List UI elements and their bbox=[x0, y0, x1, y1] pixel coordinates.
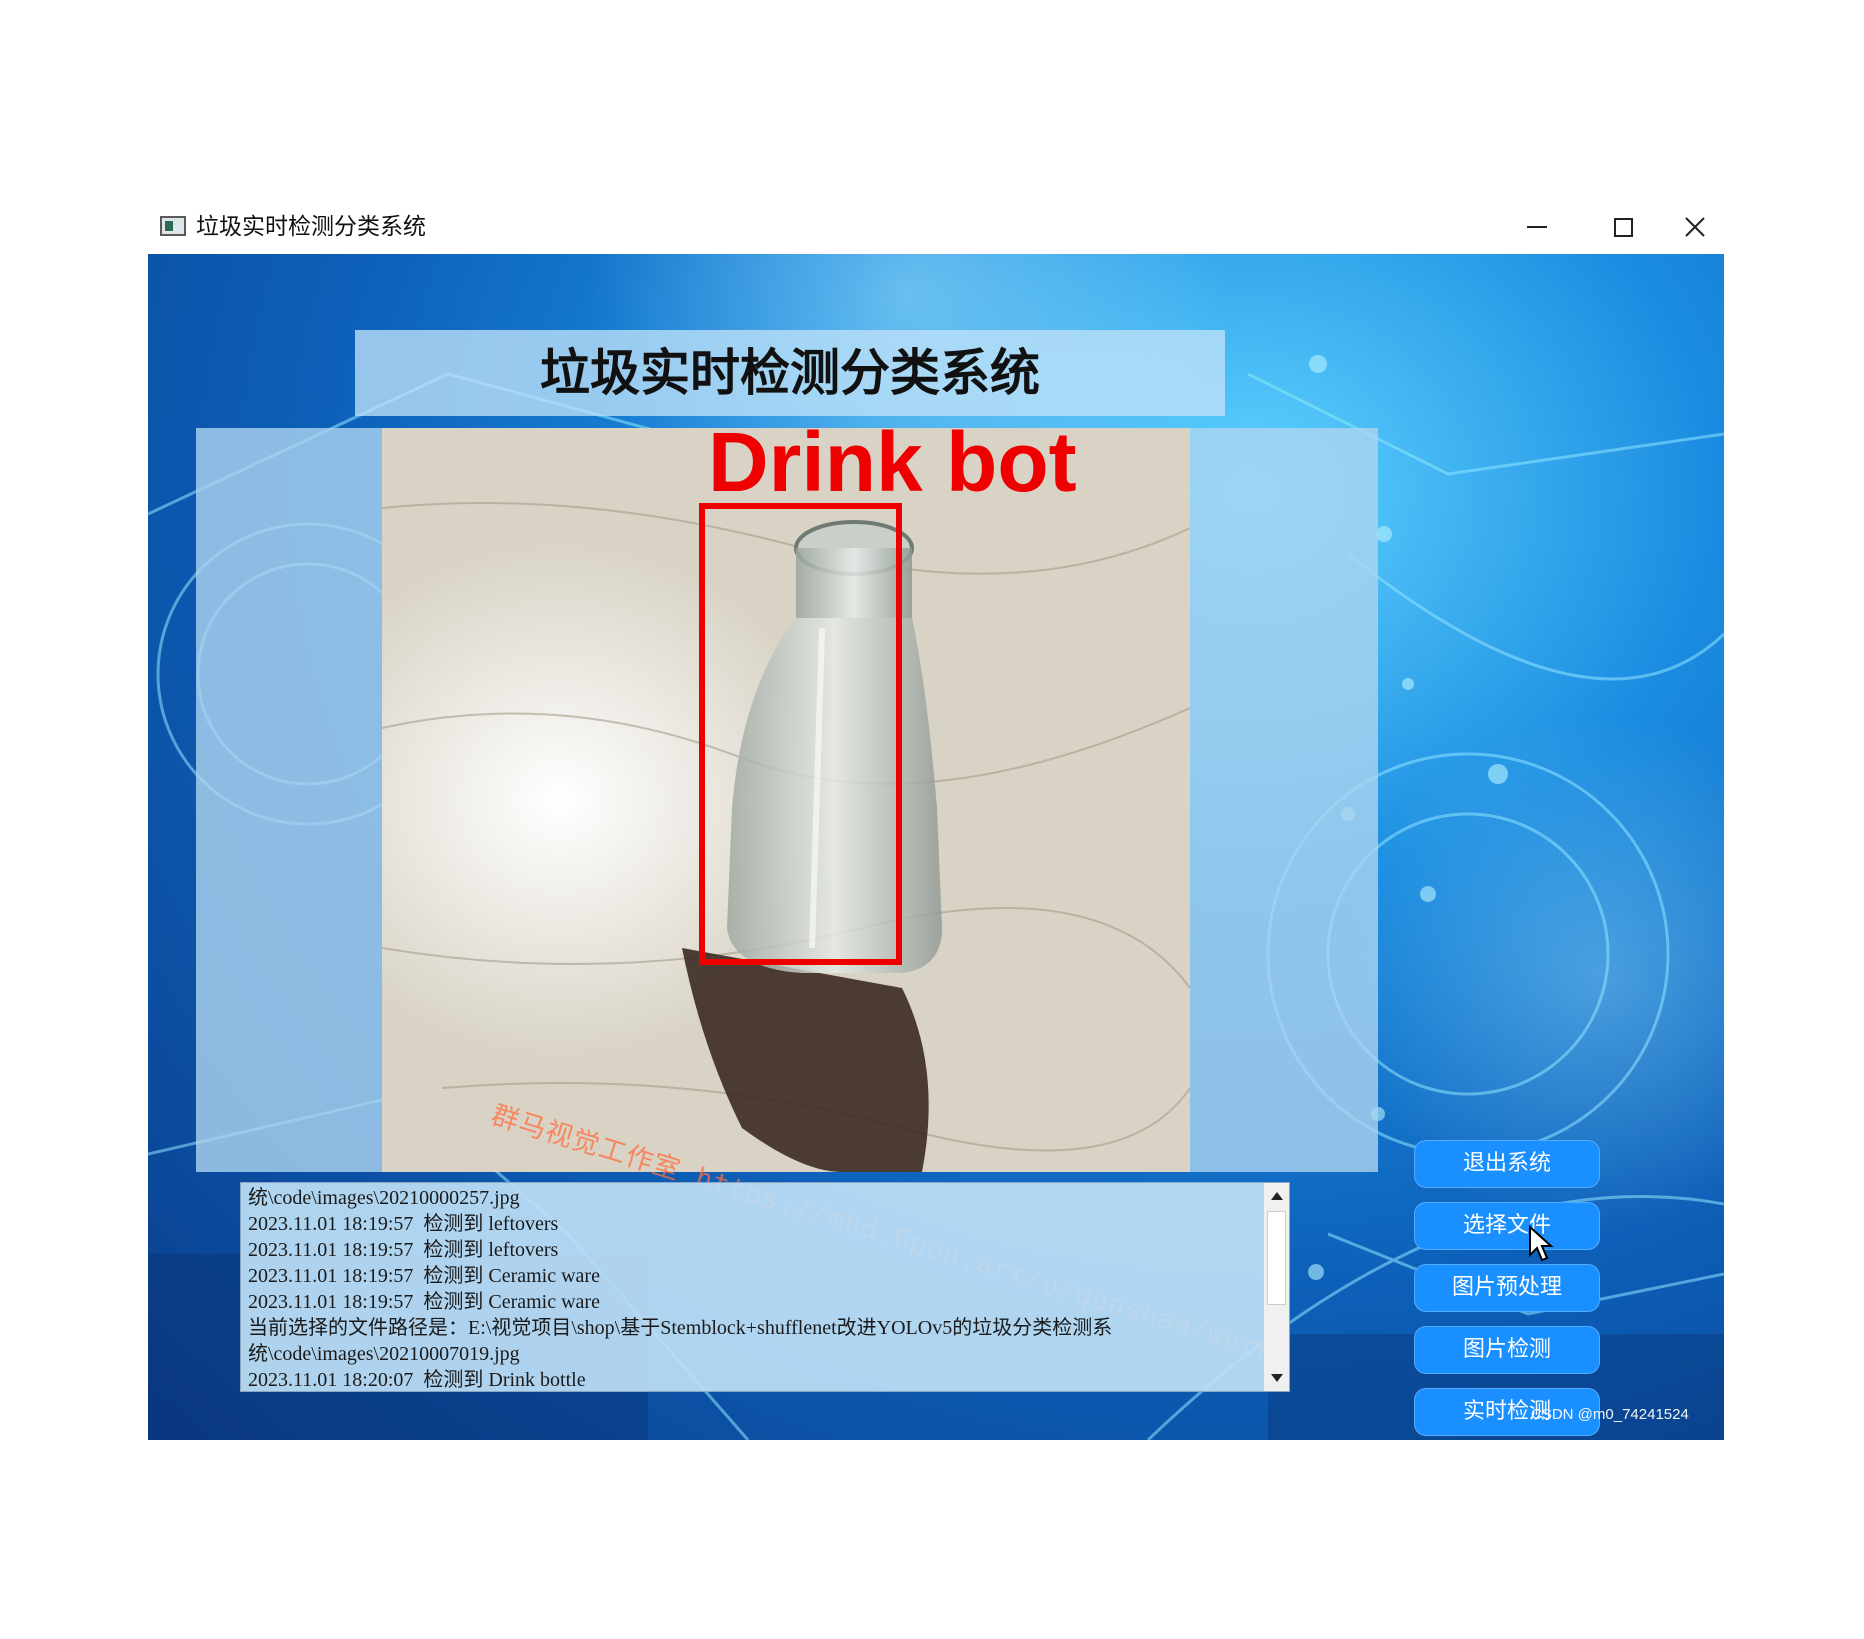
log-line: 2023.11.01 18:19:57 检测到 leftovers bbox=[248, 1239, 559, 1261]
image-detect-button[interactable]: 图片检测 bbox=[1414, 1326, 1600, 1374]
minimize-icon bbox=[1527, 226, 1547, 228]
scroll-down-icon bbox=[1270, 1374, 1283, 1382]
app-window: 垃圾实时检测分类系统 垃圾实时检测分类系统 Drink bot 统\code\i… bbox=[148, 202, 1724, 1440]
log-line: 2023.11.01 18:19:57 检测到 Ceramic ware bbox=[248, 1291, 600, 1313]
log-line: 当前选择的文件路径是：E:\视觉项目\shop\基于Stemblock+shuf… bbox=[248, 1317, 1113, 1339]
log-textbox[interactable]: 统\code\images\20210000257.jpg 2023.11.01… bbox=[240, 1182, 1290, 1392]
close-icon bbox=[1685, 217, 1705, 237]
app-icon bbox=[160, 216, 186, 236]
log-line: 统\code\images\20210000257.jpg bbox=[248, 1187, 520, 1209]
log-scrollbar[interactable] bbox=[1263, 1183, 1289, 1391]
mouse-cursor-icon bbox=[1529, 1225, 1554, 1262]
exit-system-button[interactable]: 退出系统 bbox=[1414, 1140, 1600, 1188]
log-line: 2023.11.01 18:19:57 检测到 leftovers bbox=[248, 1213, 559, 1235]
scroll-up-button[interactable] bbox=[1264, 1183, 1289, 1209]
maximize-icon bbox=[1613, 217, 1633, 237]
banner-title: 垃圾实时检测分类系统 bbox=[540, 344, 1040, 402]
bottle-photo bbox=[382, 428, 1190, 1172]
detection-label: Drink bot bbox=[708, 428, 1077, 509]
title-banner: 垃圾实时检测分类系统 bbox=[355, 330, 1225, 416]
window-title: 垃圾实时检测分类系统 bbox=[196, 214, 426, 240]
close-button[interactable] bbox=[1666, 202, 1724, 252]
log-content: 统\code\images\20210000257.jpg 2023.11.01… bbox=[241, 1183, 1264, 1391]
scroll-down-button[interactable] bbox=[1264, 1365, 1289, 1391]
main-client-area: 垃圾实时检测分类系统 Drink bot 统\code\images\20210… bbox=[148, 254, 1724, 1440]
image-preprocess-button[interactable]: 图片预处理 bbox=[1414, 1264, 1600, 1312]
scroll-thumb[interactable] bbox=[1267, 1211, 1286, 1305]
log-line: 2023.11.01 18:19:57 检测到 Ceramic ware bbox=[248, 1265, 600, 1287]
select-file-button[interactable]: 选择文件 bbox=[1414, 1202, 1600, 1250]
csdn-watermark: CSDN @m0_74241524 bbox=[1531, 1406, 1689, 1423]
log-line: 2023.11.01 18:20:07 检测到 Drink bottle bbox=[248, 1369, 586, 1391]
log-line: 统\code\images\20210007019.jpg bbox=[248, 1343, 520, 1365]
title-bar[interactable]: 垃圾实时检测分类系统 bbox=[148, 202, 1724, 252]
image-display-panel: Drink bot 群马视觉工作室 https://mbd.6pen.art/o… bbox=[196, 428, 1378, 1368]
maximize-button[interactable] bbox=[1580, 202, 1666, 252]
scroll-up-icon bbox=[1270, 1192, 1283, 1200]
minimize-button[interactable] bbox=[1494, 202, 1580, 252]
detection-image: Drink bot bbox=[382, 428, 1190, 1172]
